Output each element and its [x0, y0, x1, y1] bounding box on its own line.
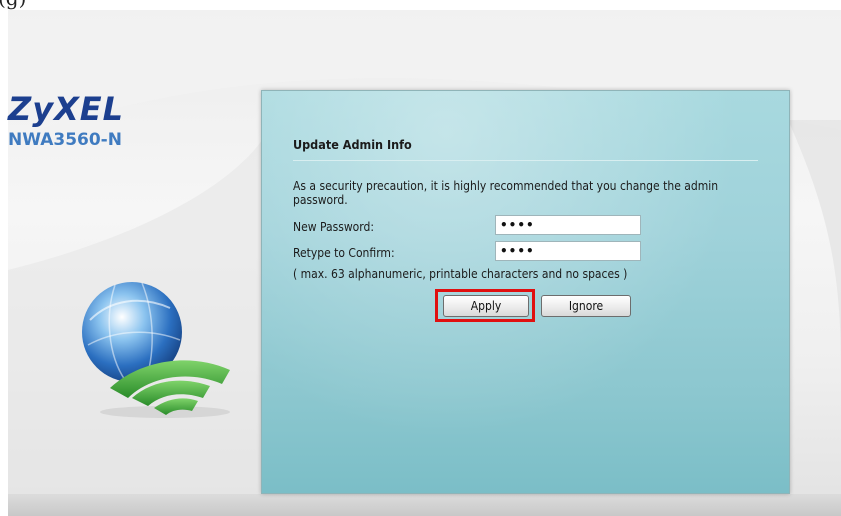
update-admin-panel: Update Admin Info As a security precauti… — [261, 90, 790, 494]
confirm-password-input[interactable]: •••• — [495, 241, 641, 261]
update-admin-form: Update Admin Info As a security precauti… — [293, 137, 758, 331]
new-password-label: New Password: — [293, 220, 374, 234]
zyxel-logo: ZyXEL — [8, 90, 124, 128]
page: (g) ZyXEL NWA3560-N — [0, 0, 841, 516]
globe-icon — [82, 282, 230, 418]
apply-button[interactable]: Apply — [443, 295, 529, 317]
new-password-row: New Password: •••• — [293, 215, 758, 241]
bottom-bar — [8, 494, 841, 516]
top-clipped-text: (g) — [0, 0, 841, 10]
device-model: NWA3560-N — [8, 130, 122, 150]
clipped-fragment: (g) — [0, 0, 26, 10]
form-title: Update Admin Info — [293, 137, 758, 161]
confirm-password-row: Retype to Confirm: •••• — [293, 241, 758, 267]
security-description: As a security precaution, it is highly r… — [293, 179, 719, 207]
password-hint: ( max. 63 alphanumeric, printable charac… — [293, 267, 628, 281]
globe-wifi-illustration — [70, 270, 240, 424]
brand-block: ZyXEL NWA3560-N — [8, 92, 124, 150]
confirm-password-label: Retype to Confirm: — [293, 246, 395, 260]
button-row: Apply Ignore — [293, 289, 758, 331]
new-password-input[interactable]: •••• — [495, 215, 641, 235]
ignore-button[interactable]: Ignore — [541, 295, 631, 317]
